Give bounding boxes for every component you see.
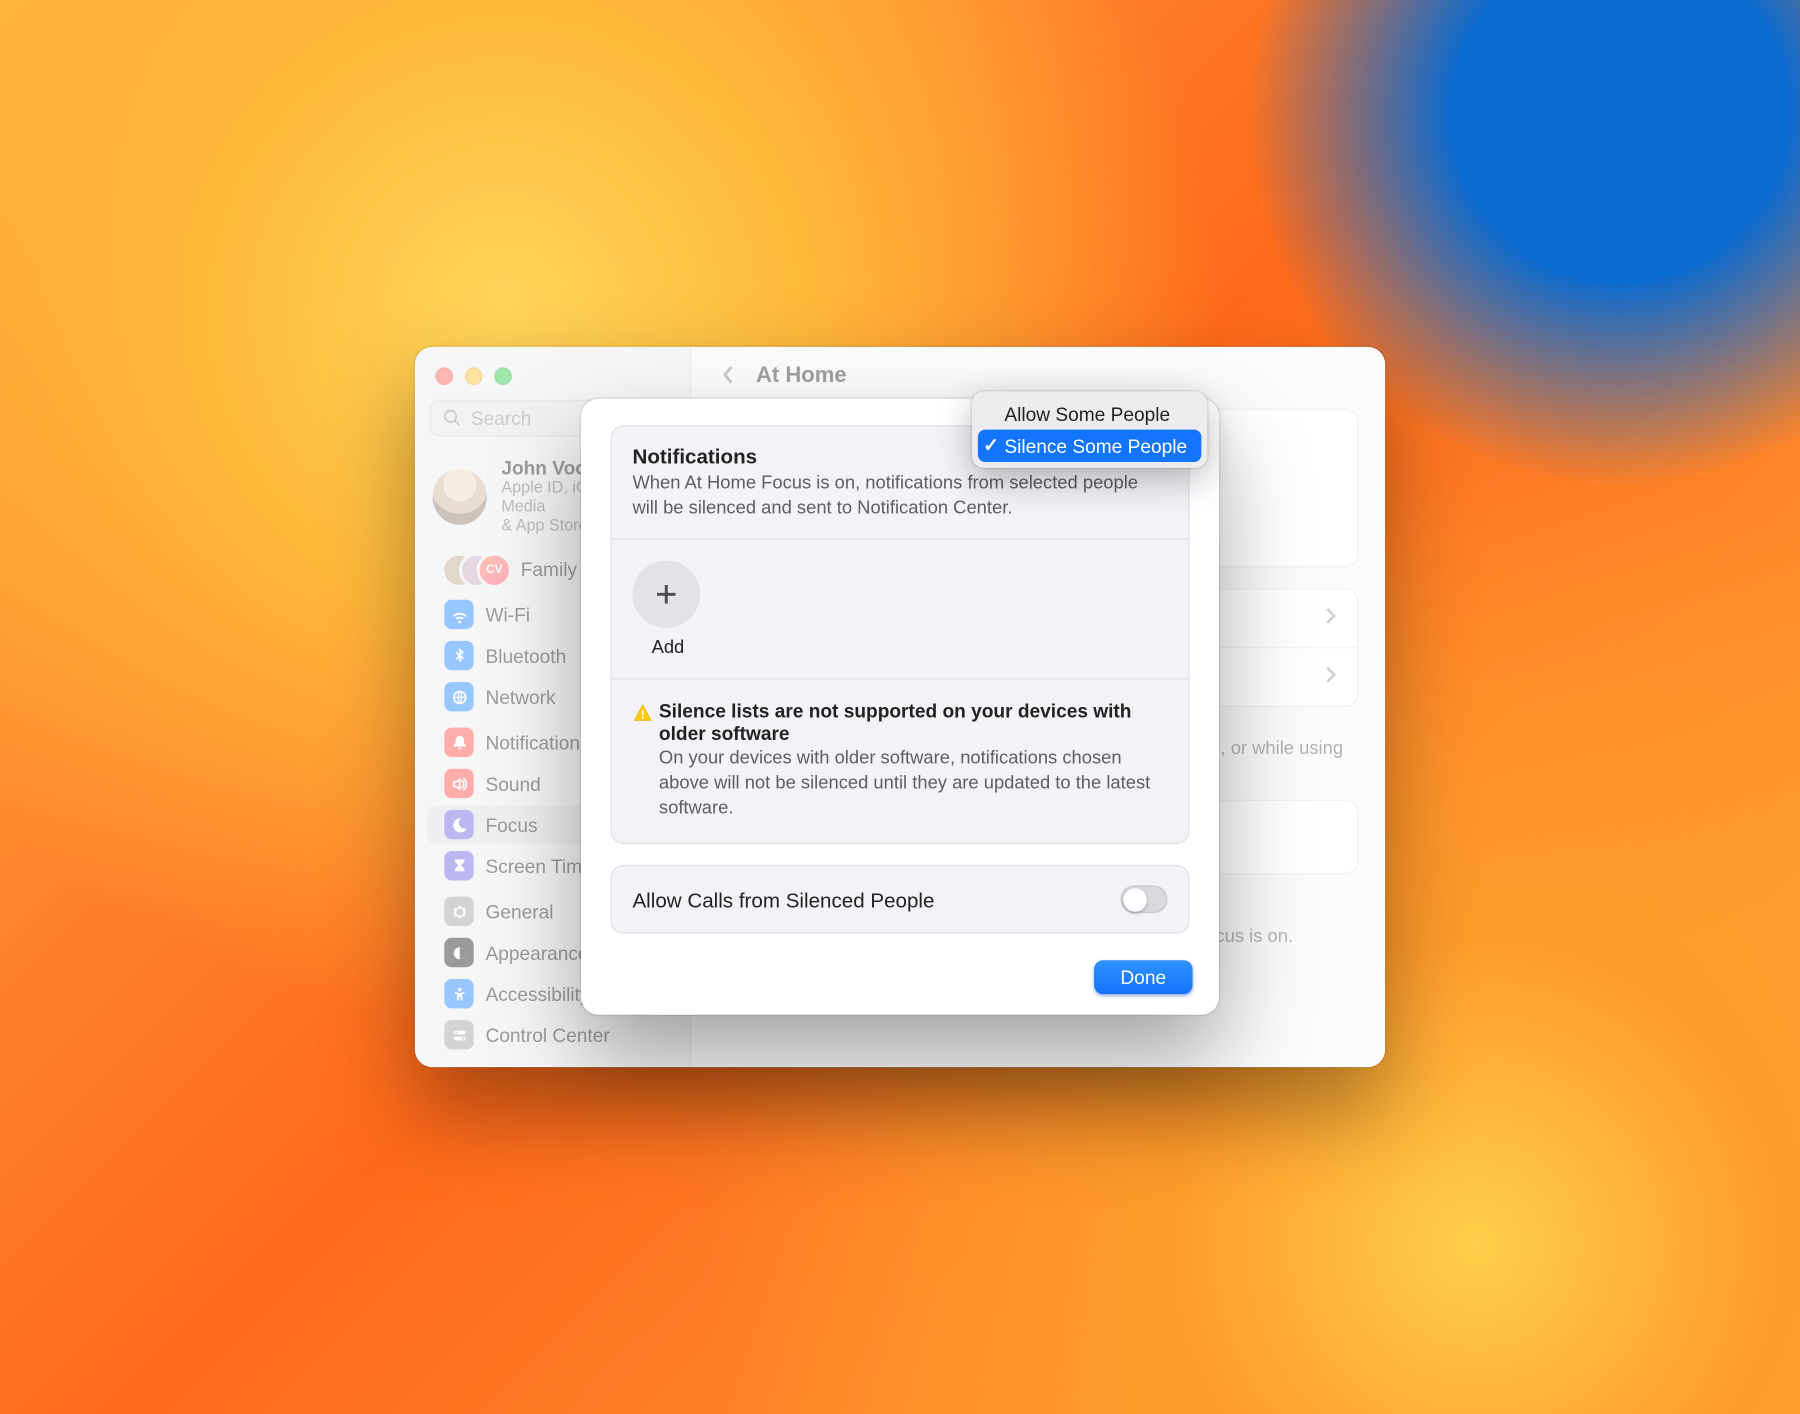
- hourglass-icon: [444, 851, 473, 880]
- search-icon: [443, 409, 462, 428]
- back-button[interactable]: [715, 362, 741, 388]
- chevron-right-icon: [1325, 666, 1337, 688]
- minimize-window-button[interactable]: [465, 367, 483, 385]
- popup-option-silence[interactable]: ✓ Silence Some People: [978, 430, 1201, 462]
- network-icon: [444, 683, 473, 712]
- chevron-right-icon: [1325, 607, 1337, 629]
- moon-icon: [444, 810, 473, 839]
- gear-icon: [444, 897, 473, 926]
- family-avatars: [444, 555, 509, 584]
- sheet-subtitle: When At Home Focus is on, notifications …: [632, 471, 1167, 521]
- avatar: [433, 469, 487, 525]
- focus-notifications-sheet: ✓ Allow Some People ✓ Silence Some Peopl…: [581, 399, 1219, 1015]
- bluetooth-icon: [444, 641, 473, 670]
- sidebar-item-label: General: [485, 900, 553, 922]
- sidebar-item-label: Screen Time: [485, 855, 592, 877]
- sound-icon: [444, 769, 473, 798]
- sidebar-item-label: Network: [485, 686, 555, 708]
- sidebar-item-label: Bluetooth: [485, 645, 566, 667]
- add-label: Add: [652, 637, 1168, 658]
- sidebar-item-label: Focus: [485, 814, 537, 836]
- warning-sub: On your devices with older software, not…: [659, 745, 1168, 819]
- sidebar-item-label: Sound: [485, 773, 540, 795]
- sidebar-item-label: Notifications: [485, 732, 589, 754]
- search-placeholder: Search: [471, 407, 532, 429]
- sidebar-item-label: Control Center: [485, 1024, 609, 1046]
- sidebar-item-label: Family: [521, 559, 577, 581]
- control-center-icon: [444, 1020, 473, 1049]
- allow-calls-row: Allow Calls from Silenced People: [610, 865, 1189, 934]
- warning-icon: [632, 703, 653, 724]
- sidebar-item-label: Appearance: [485, 941, 588, 963]
- wifi-icon: [444, 600, 473, 629]
- sidebar-item-label: Accessibility: [485, 983, 589, 1005]
- add-person-button[interactable]: [632, 560, 700, 628]
- close-window-button[interactable]: [435, 367, 453, 385]
- allow-calls-label: Allow Calls from Silenced People: [632, 888, 934, 912]
- allow-calls-toggle[interactable]: [1121, 886, 1168, 914]
- popup-option-allow[interactable]: ✓ Allow Some People: [978, 397, 1201, 429]
- plus-icon: [653, 581, 679, 607]
- allow-silence-popup: ✓ Allow Some People ✓ Silence Some Peopl…: [972, 391, 1207, 467]
- warning-title: Silence lists are not supported on your …: [659, 700, 1168, 744]
- sheet-main-group: Notifications When At Home Focus is on, …: [610, 425, 1189, 845]
- popup-option-label: Silence Some People: [1004, 435, 1187, 457]
- accessibility-icon: [444, 979, 473, 1008]
- popup-option-label: Allow Some People: [1004, 402, 1170, 424]
- bell-icon: [444, 728, 473, 757]
- page-title: At Home: [756, 362, 847, 387]
- sidebar-item-label: Wi-Fi: [485, 604, 530, 626]
- sidebar-item-controlcenter[interactable]: Control Center: [427, 1016, 678, 1054]
- zoom-window-button[interactable]: [494, 367, 512, 385]
- window-traffic-lights: [415, 359, 690, 400]
- done-button[interactable]: Done: [1094, 961, 1193, 995]
- chevron-left-icon: [720, 364, 736, 385]
- appearance-icon: [444, 938, 473, 967]
